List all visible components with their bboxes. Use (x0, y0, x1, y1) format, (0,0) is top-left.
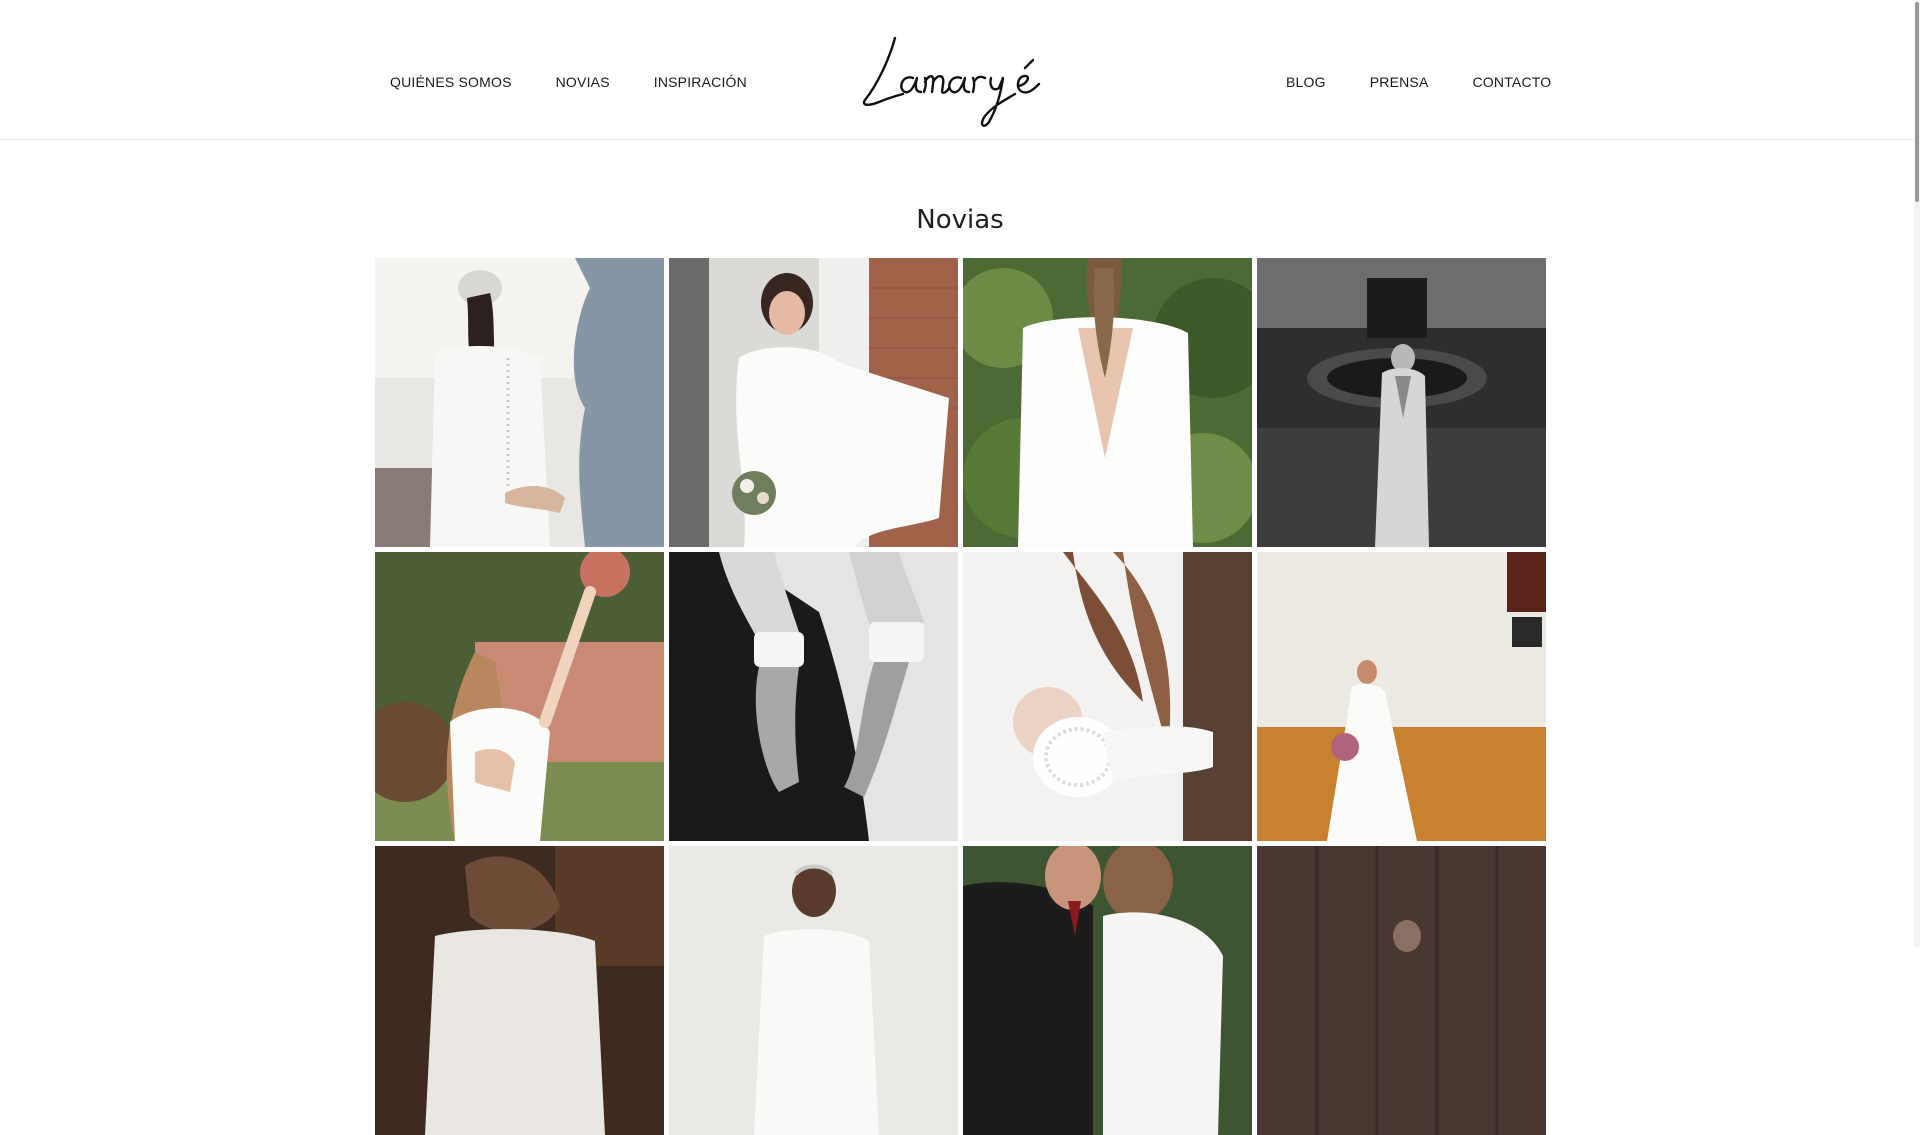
site-logo[interactable] (855, 30, 1065, 130)
scrollbar-thumb[interactable] (1915, 2, 1919, 202)
gallery-photo-5[interactable] (375, 552, 664, 841)
bride-lace-cuffs-bw-photo (669, 552, 958, 841)
bride-smiling-cape-photo (669, 258, 958, 547)
bride-braided-hair-photo (375, 846, 664, 1135)
nav-prensa[interactable]: PRENSA (1370, 74, 1429, 90)
couple-kiss-photo (963, 846, 1252, 1135)
nav-novias[interactable]: NOVIAS (556, 74, 610, 90)
gallery-photo-11[interactable] (963, 846, 1252, 1135)
nav-left: QUIÉNES SOMOS NOVIAS INSPIRACIÓN (390, 74, 747, 90)
gallery-photo-8[interactable] (1257, 552, 1546, 841)
nav-quienes-somos[interactable]: QUIÉNES SOMOS (390, 74, 512, 90)
nav-inspiracion[interactable]: INSPIRACIÓN (654, 74, 747, 90)
bride-open-back-garden-photo (963, 258, 1252, 547)
gallery-photo-6[interactable] (669, 552, 958, 841)
photo-gallery (375, 258, 1546, 1135)
gallery-photo-9[interactable] (375, 846, 664, 1135)
bride-tiara-photo (669, 846, 958, 1135)
page-scrollbar[interactable] (1914, 0, 1920, 947)
page-title: Novias (916, 205, 1004, 236)
gallery-photo-12[interactable] (1257, 846, 1546, 1135)
bride-door-photo (1257, 846, 1546, 1135)
site-header: QUIÉNES SOMOS NOVIAS INSPIRACIÓN BLOG PR… (0, 0, 1920, 140)
bride-fountain-bw-photo (1257, 258, 1546, 547)
gallery-photo-10[interactable] (669, 846, 958, 1135)
nav-contacto[interactable]: CONTACTO (1473, 74, 1552, 90)
bride-orange-wall-photo (1257, 552, 1546, 841)
bride-lace-sleeve-photo (963, 552, 1252, 841)
gallery-photo-1[interactable] (375, 258, 664, 547)
bride-back-buttons-photo (375, 258, 664, 547)
gallery-photo-2[interactable] (669, 258, 958, 547)
gallery-photo-4[interactable] (1257, 258, 1546, 547)
nav-right: BLOG PRENSA CONTACTO (1286, 74, 1551, 90)
gallery-photo-7[interactable] (963, 552, 1252, 841)
nav-blog[interactable]: BLOG (1286, 74, 1326, 90)
bride-bouquet-raised-photo (375, 552, 664, 841)
gallery-photo-3[interactable] (963, 258, 1252, 547)
logo-script-wordmark (862, 36, 1041, 127)
